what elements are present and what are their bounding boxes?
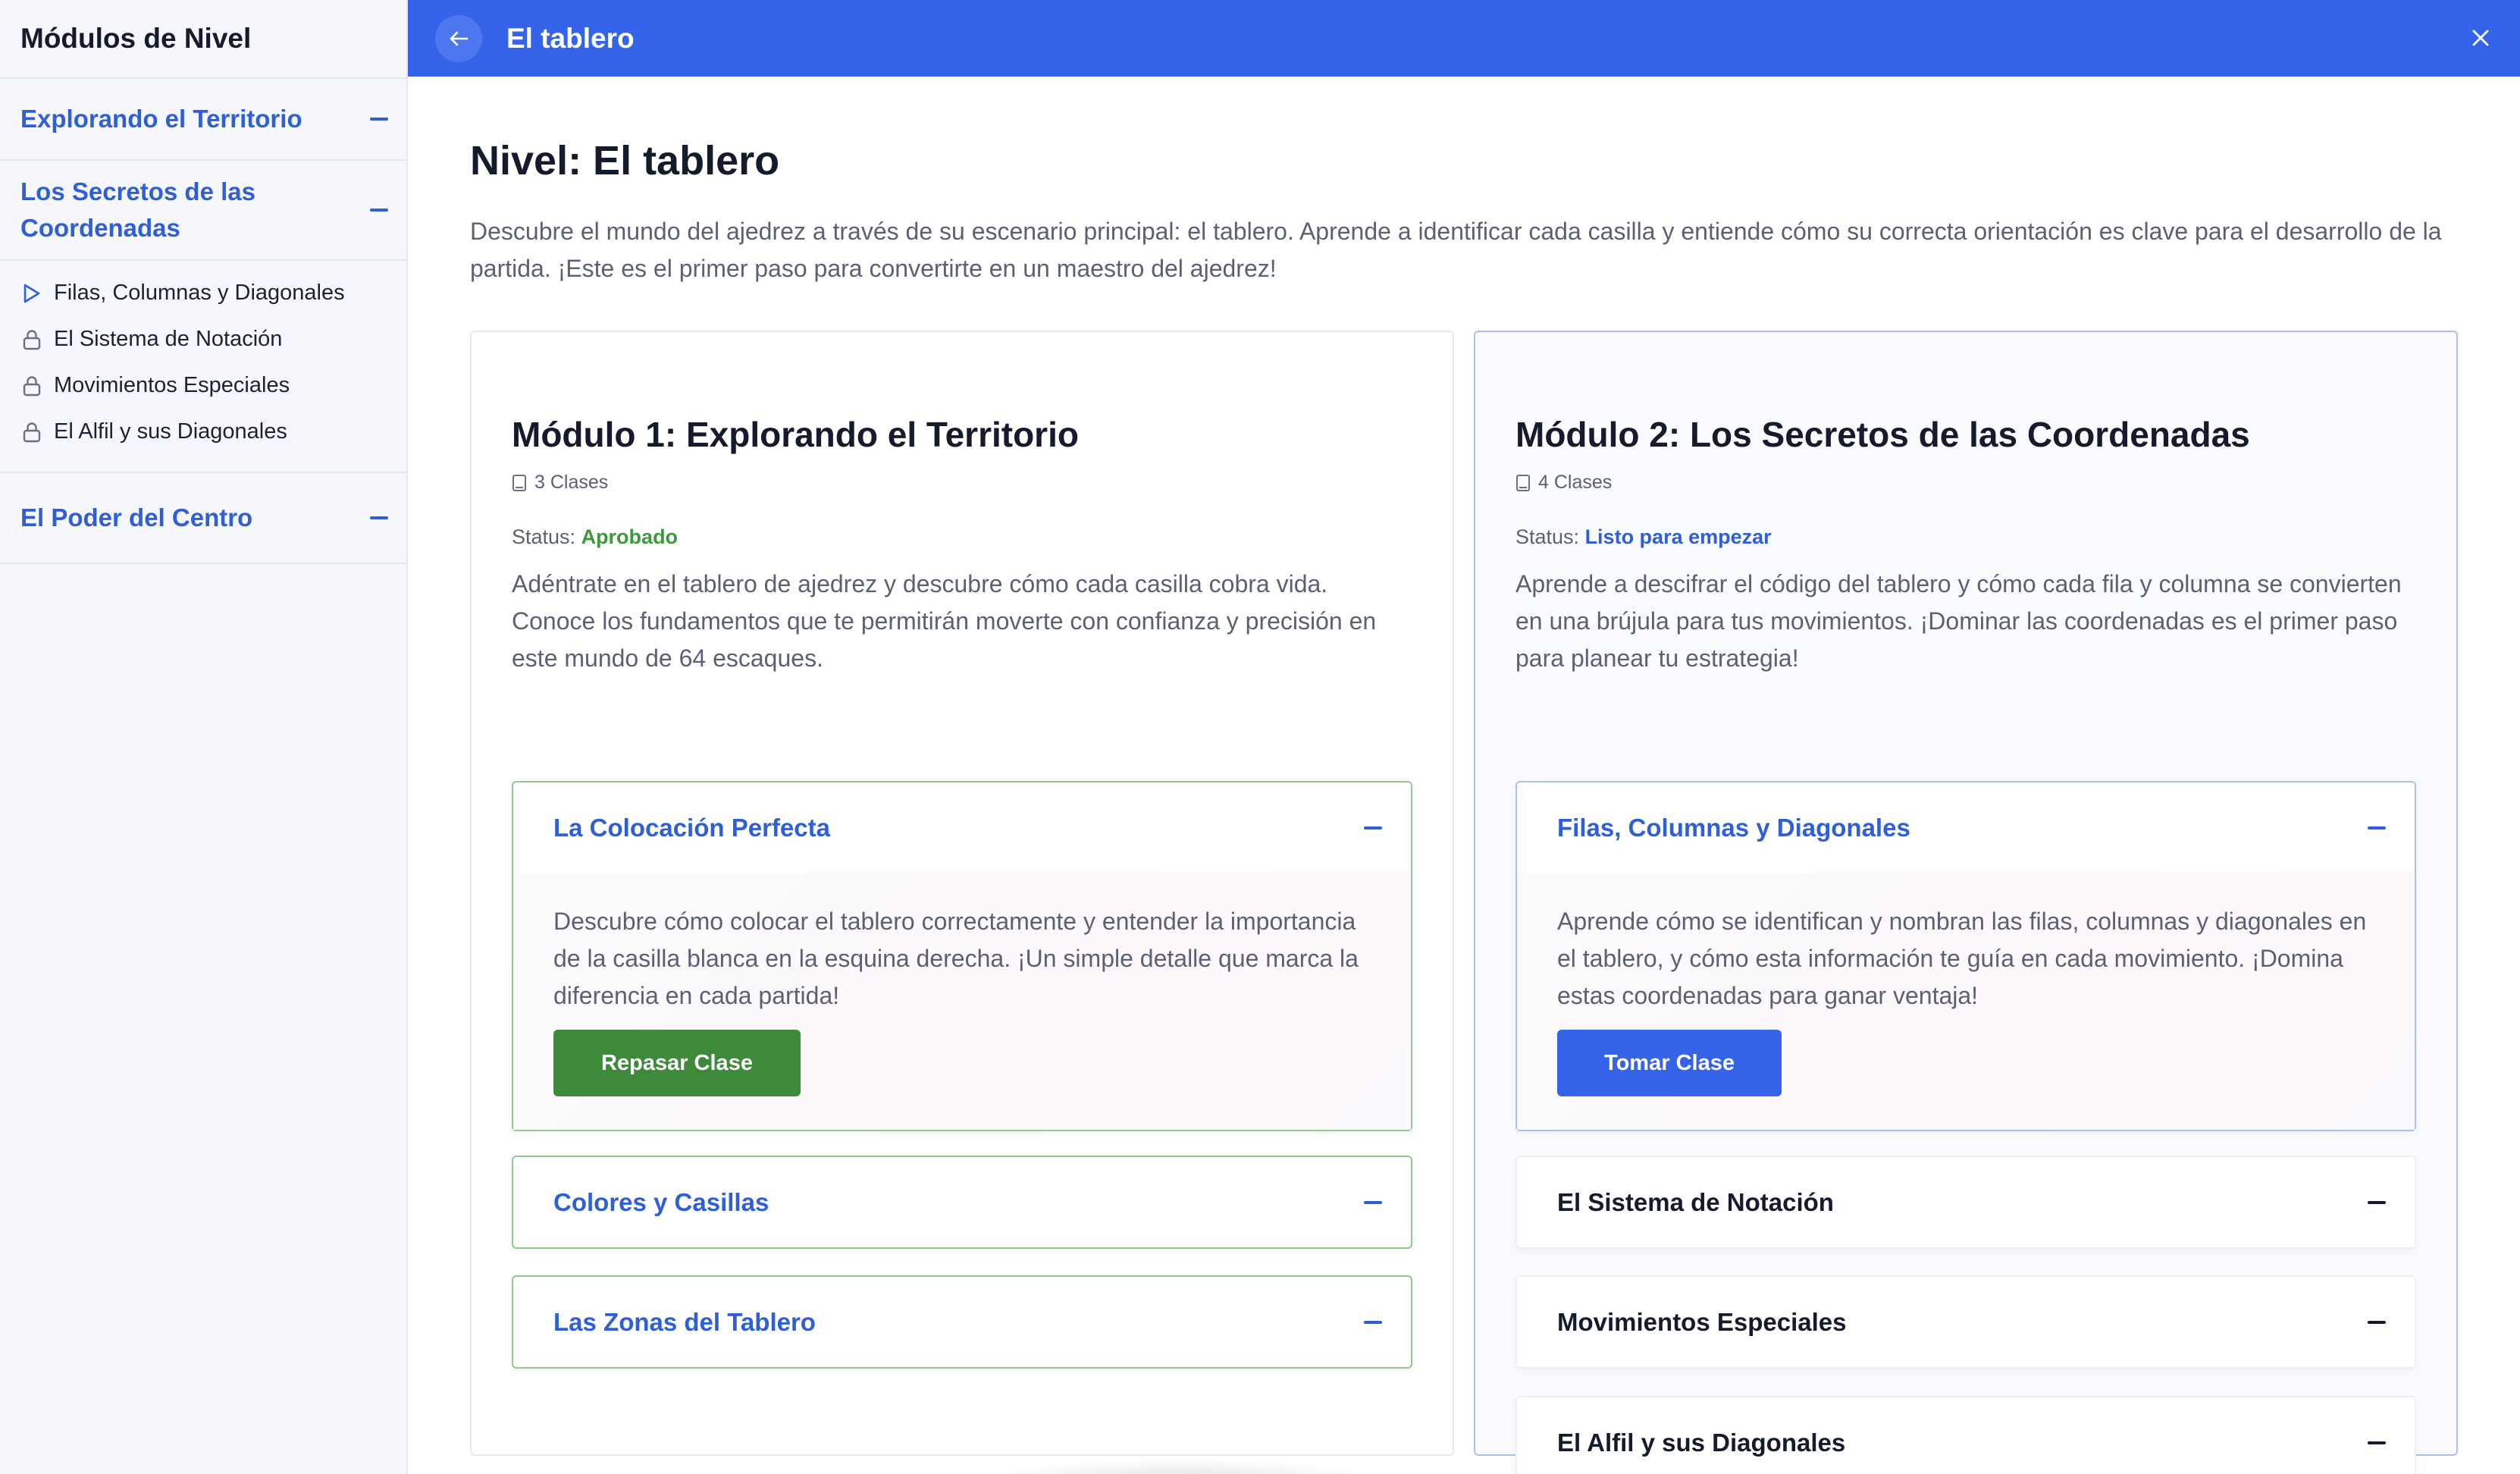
sidebar-section-explorando[interactable]: Explorando el Territorio xyxy=(0,79,406,161)
collapse-icon[interactable] xyxy=(2368,1441,2386,1444)
sidebar-item-label: Movimientos Especiales xyxy=(54,373,290,397)
lesson-accordion[interactable]: El Alfil y sus Diagonales xyxy=(1515,1396,2416,1474)
module-description: Adéntrate en el tablero de ajedrez y des… xyxy=(512,570,1377,672)
header-title: El tablero xyxy=(506,22,635,54)
lesson-accordion[interactable]: Movimientos Especiales xyxy=(1515,1275,2416,1369)
scroll-shadow xyxy=(984,1459,1378,1474)
lesson-title: Filas, Columnas y Diagonales xyxy=(1557,813,1910,842)
sidebar-item-movimientos[interactable]: Movimientos Especiales xyxy=(20,362,406,409)
lesson-accordion: Filas, Columnas y Diagonales Aprende cóm… xyxy=(1515,781,2416,1131)
accordion-body: Aprende cómo se identifican y nombran la… xyxy=(1517,873,2415,1130)
sidebar-item-alfil[interactable]: El Alfil y sus Diagonales xyxy=(20,409,406,455)
collapse-icon[interactable] xyxy=(2368,826,2386,830)
status-label: Status: xyxy=(512,525,576,548)
collapse-icon[interactable] xyxy=(370,209,388,212)
collapse-icon[interactable] xyxy=(1364,826,1382,830)
review-lesson-button[interactable]: Repasar Clase xyxy=(553,1030,801,1096)
close-icon xyxy=(2472,30,2489,46)
arrow-left-icon xyxy=(450,31,469,45)
sidebar-section-poder[interactable]: El Poder del Centro xyxy=(0,473,406,564)
lesson-title: El Alfil y sus Diagonales xyxy=(1557,1428,1846,1457)
module-status: Status: Aprobado xyxy=(512,525,678,549)
sidebar: Módulos de Nivel Explorando el Territori… xyxy=(0,0,408,1474)
lock-icon xyxy=(20,421,43,444)
lock-icon xyxy=(20,375,43,397)
status-label: Status: xyxy=(1515,525,1580,548)
lesson-title: La Colocación Perfecta xyxy=(553,813,830,842)
collapse-icon[interactable] xyxy=(2368,1200,2386,1204)
accordion-header[interactable]: El Alfil y sus Diagonales xyxy=(1517,1397,2415,1474)
accordion-header[interactable]: Colores y Casillas xyxy=(513,1157,1411,1247)
sidebar-section-secretos[interactable]: Los Secretos de las Coordenadas xyxy=(0,161,406,261)
module-title: Módulo 1: Explorando el Territorio xyxy=(512,415,1079,454)
lesson-title: Colores y Casillas xyxy=(553,1187,769,1216)
module-card-2: Módulo 2: Los Secretos de las Coordenada… xyxy=(1474,331,2458,1474)
accordion-body: Descubre cómo colocar el tablero correct… xyxy=(513,873,1411,1130)
back-button[interactable] xyxy=(435,14,482,62)
sidebar-lesson-list: Filas, Columnas y Diagonales El Sistema … xyxy=(0,261,406,473)
lesson-title: Movimientos Especiales xyxy=(1557,1307,1847,1336)
close-button[interactable] xyxy=(2467,24,2494,52)
play-icon xyxy=(20,282,43,305)
book-icon xyxy=(1515,474,1531,492)
sidebar-section-label: El Poder del Centro xyxy=(20,503,253,532)
lesson-description: Descubre cómo colocar el tablero correct… xyxy=(553,908,1359,1009)
lesson-accordion[interactable]: Colores y Casillas xyxy=(512,1156,1412,1249)
lesson-count-text: 3 Clases xyxy=(534,472,609,493)
book-icon xyxy=(512,474,527,492)
accordion-header[interactable]: Movimientos Especiales xyxy=(1517,1277,2415,1367)
take-lesson-button[interactable]: Tomar Clase xyxy=(1557,1030,1782,1096)
sidebar-item-label: El Alfil y sus Diagonales xyxy=(54,419,287,444)
status-value: Listo para empezar xyxy=(1584,525,1772,548)
lesson-count: 4 Clases xyxy=(1515,472,1612,494)
accordion-header[interactable]: Filas, Columnas y Diagonales xyxy=(1517,782,2415,873)
module-status: Status: Listo para empezar xyxy=(1515,525,1772,549)
sidebar-item-notacion[interactable]: El Sistema de Notación xyxy=(20,316,406,362)
module-card-1: Módulo 1: Explorando el Territorio 3 Cla… xyxy=(470,331,1454,1456)
sidebar-section-label: Los Secretos de las Coordenadas xyxy=(20,177,255,242)
lesson-count-text: 4 Clases xyxy=(1538,472,1613,493)
sidebar-item-label: Filas, Columnas y Diagonales xyxy=(54,281,345,305)
collapse-icon[interactable] xyxy=(370,516,388,519)
accordion-header[interactable]: El Sistema de Notación xyxy=(1517,1157,2415,1247)
lesson-accordion[interactable]: Las Zonas del Tablero xyxy=(512,1275,1412,1369)
module-description: Aprende a descifrar el código del tabler… xyxy=(1515,570,2402,672)
accordion-header[interactable]: La Colocación Perfecta xyxy=(513,782,1411,873)
top-bar: El tablero xyxy=(408,0,2520,77)
lesson-title: El Sistema de Notación xyxy=(1557,1187,1834,1216)
collapse-icon[interactable] xyxy=(370,118,388,121)
main-content: Nivel: El tablero Descubre el mundo del … xyxy=(408,77,2520,1474)
lesson-description: Aprende cómo se identifican y nombran la… xyxy=(1557,908,2367,1009)
sidebar-item-filas[interactable]: Filas, Columnas y Diagonales xyxy=(20,270,406,316)
page-title: Nivel: El tablero xyxy=(470,138,780,183)
sidebar-section-label: Explorando el Territorio xyxy=(20,105,302,133)
lesson-count: 3 Clases xyxy=(512,472,608,494)
sidebar-title: Módulos de Nivel xyxy=(0,0,406,79)
status-value: Aprobado xyxy=(581,525,679,548)
lesson-title: Las Zonas del Tablero xyxy=(553,1307,816,1336)
page-description: Descubre el mundo del ajedrez a través d… xyxy=(470,218,2442,282)
lock-icon xyxy=(20,328,43,351)
collapse-icon[interactable] xyxy=(1364,1200,1382,1204)
lesson-accordion[interactable]: El Sistema de Notación xyxy=(1515,1156,2416,1249)
lesson-accordion: La Colocación Perfecta Descubre cómo col… xyxy=(512,781,1412,1131)
sidebar-item-label: El Sistema de Notación xyxy=(54,327,283,351)
accordion-header[interactable]: Las Zonas del Tablero xyxy=(513,1277,1411,1367)
module-title: Módulo 2: Los Secretos de las Coordenada… xyxy=(1515,415,2250,454)
collapse-icon[interactable] xyxy=(1364,1320,1382,1324)
collapse-icon[interactable] xyxy=(2368,1320,2386,1324)
